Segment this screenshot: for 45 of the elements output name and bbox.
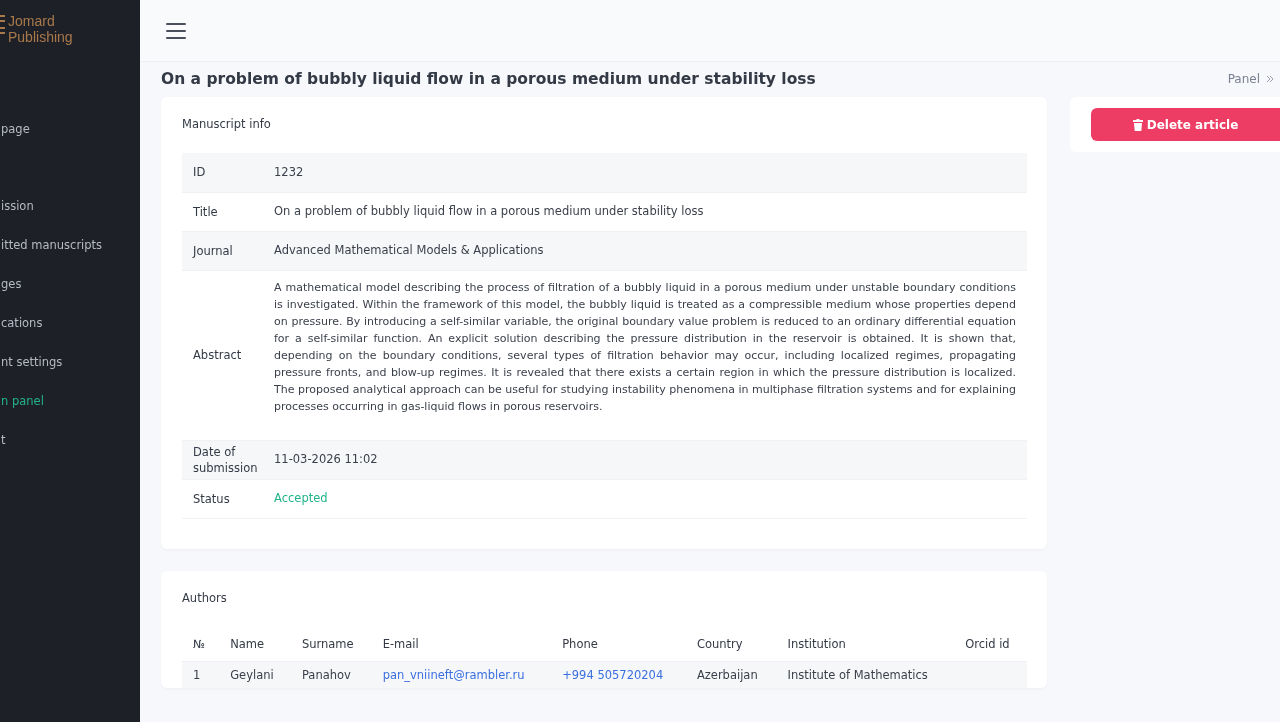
contact-link[interactable]: +994 505720204: [551, 661, 686, 688]
column-header: Phone: [551, 626, 686, 661]
column-header: Name: [219, 626, 291, 661]
sidebar-item[interactable]: n panel: [0, 382, 140, 421]
table-cell: 1: [182, 661, 220, 688]
column-header: Country: [685, 626, 777, 661]
page-title: On a problem of bubbly liquid flow in a porous medium under stability loss: [161, 70, 816, 88]
logo-text: Jomard Publishing: [8, 13, 73, 45]
sidebar-item[interactable]: ission: [0, 187, 140, 226]
breadcrumb-link[interactable]: Panel: [1227, 72, 1274, 86]
field-label: Status: [182, 479, 274, 518]
status-value: Accepted: [274, 479, 1027, 518]
sidebar-item[interactable]: nt settings: [0, 343, 140, 382]
table-cell: Institute of Mathematics: [776, 661, 955, 688]
table-cell: Azerbaijan: [685, 661, 777, 688]
trash-icon: [1132, 118, 1143, 131]
sidebar-item[interactable]: t: [0, 421, 140, 460]
column-header: №: [182, 626, 220, 661]
card-heading: Manuscript info: [182, 117, 272, 131]
delete-button[interactable]: Delete article: [1091, 108, 1280, 141]
column-header: Institution: [776, 626, 955, 661]
sidebar-item[interactable]: ges: [0, 265, 140, 304]
sidebar-item[interactable]: page: [0, 110, 140, 149]
field-label: Journal: [182, 231, 274, 270]
column-header: E-mail: [371, 626, 552, 661]
field-value: On a problem of bubbly liquid flow in a porous medium under stability loss: [274, 192, 1027, 231]
field-value: 1232: [274, 153, 1027, 192]
field-label: Date of submission: [182, 440, 274, 479]
column-header: Orcid id: [954, 626, 1027, 661]
sidebar-item[interactable]: cations: [0, 304, 140, 343]
column-header: Surname: [290, 626, 372, 661]
card-heading: Authors: [182, 590, 228, 605]
field-value: Advanced Mathematical Models & Applications: [274, 231, 1027, 270]
field-label: Title: [182, 192, 274, 231]
table-cell: Geylani: [219, 661, 291, 688]
abstract-text: A mathematical model describing the process of filtration of a bubbly liquid in a porous medium under unstable boundary conditions is investigated. Within the framework of this model, the bubbly liquid is treated as a compressible medium whose properties depend on pressure. By introducing a self-similar variable, the original boundary value problem is reduced to an ordinary differential equation for a self-similar function. An explicit solution describing the pressure distribution in the reservoir is obtained. It is shown that, depending on the boundary conditions, several types of filtration behavior may occur, including localized regimes, propagating pressure fronts, and blow-up regimes. It is revealed that there exists a certain region in which the pressure distribution is localized. The proposed analytical approach can be useful for studying instability phenomena in multiphase filtration systems and for explaining processes occurring in gas-liquid flows in porous reservoirs.: [274, 270, 1027, 440]
sidebar-item[interactable]: itted manuscripts: [0, 226, 140, 265]
menu-button[interactable]: [166, 22, 186, 39]
table-cell: Panahov: [290, 661, 372, 688]
field-value: 11-03-2026 11:02: [274, 440, 1027, 479]
field-label: ID: [182, 153, 274, 192]
field-label: Abstract: [182, 270, 274, 440]
logo-icon: [0, 13, 5, 37]
contact-link[interactable]: pan_vniineft@rambler.ru: [371, 661, 552, 688]
chevron-icon: [1266, 75, 1274, 83]
